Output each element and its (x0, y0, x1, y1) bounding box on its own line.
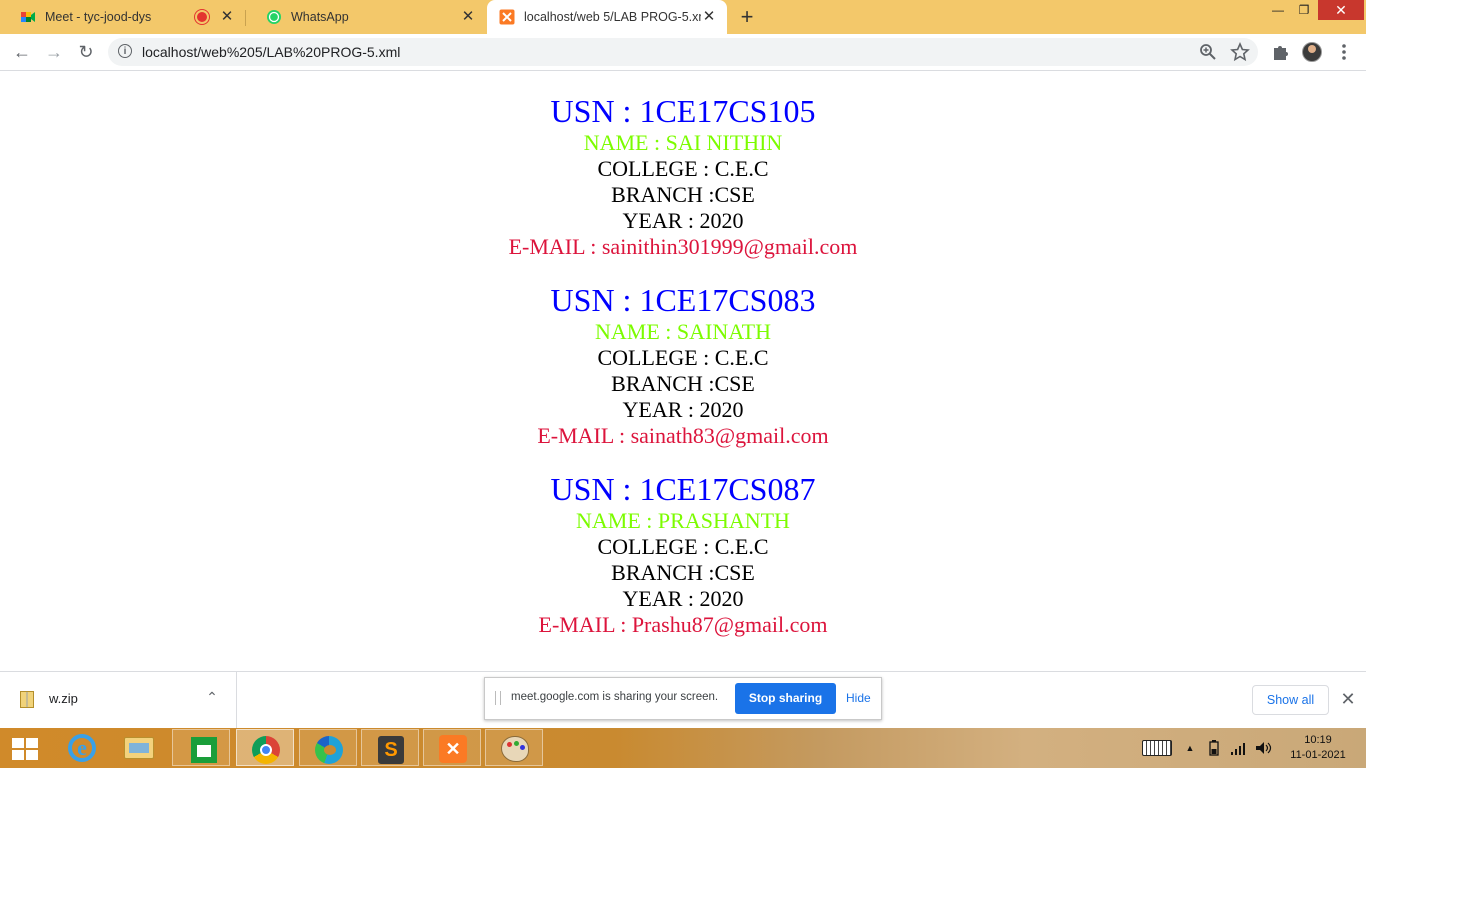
tab-meet[interactable]: Meet - tyc-jood-dys ✕ (0, 0, 245, 34)
keyboard-icon[interactable] (1142, 740, 1172, 756)
url-text[interactable]: localhost/web%205/LAB%20PROG-5.xml (142, 38, 400, 66)
xampp-icon (499, 9, 515, 25)
taskbar-xampp[interactable]: ✕ (423, 729, 481, 766)
tab-title: WhatsApp (291, 10, 349, 24)
tab-title: Meet - tyc-jood-dys (45, 10, 152, 24)
tab-localhost[interactable]: localhost/web 5/LAB PROG-5.xml ✕ (487, 0, 727, 34)
google-meet-icon (21, 12, 35, 22)
window-close-button[interactable]: ✕ (1318, 0, 1364, 20)
tab-title: localhost/web 5/LAB PROG-5.xml (524, 10, 701, 24)
college-text: COLLEGE : C.E.C (597, 345, 769, 370)
kebab-menu-icon[interactable] (1334, 42, 1354, 62)
back-button[interactable]: ← (10, 40, 34, 64)
screen: Meet - tyc-jood-dys ✕ WhatsApp ✕ localho… (0, 0, 1366, 768)
zoom-icon[interactable] (1198, 42, 1218, 62)
download-filename[interactable]: w.zip (49, 691, 78, 706)
screen-share-banner: meet.google.com is sharing your screen. … (484, 677, 882, 720)
close-tab-icon[interactable]: ✕ (460, 9, 476, 25)
chevron-up-icon[interactable]: ⌃ (204, 689, 220, 709)
show-hidden-icons-icon[interactable]: ▲ (1182, 738, 1198, 758)
windows-icon (12, 738, 38, 760)
usn-text: USN : 1CE17CS083 (550, 282, 816, 318)
new-tab-button[interactable]: + (736, 6, 758, 28)
paint-palette-icon (501, 736, 529, 762)
year-text: YEAR : 2020 (622, 586, 744, 611)
download-item[interactable]: w.zip ⌃ (0, 672, 237, 729)
avatar[interactable] (1302, 42, 1322, 62)
start-button[interactable] (0, 729, 50, 766)
clock-date: 11-01-2021 (1290, 749, 1346, 761)
student-record: USN : 1CE17CS105 NAME : SAI NITHIN COLLE… (0, 92, 1366, 260)
chrome-icon (252, 736, 280, 764)
browser-toolbar: ← → ↻ i localhost/web%205/LAB%20PROG-5.x… (0, 34, 1366, 71)
taskbar-store[interactable] (172, 729, 230, 766)
whatsapp-icon (267, 10, 281, 24)
tab-whatsapp[interactable]: WhatsApp ✕ (246, 0, 486, 34)
close-tab-icon[interactable]: ✕ (701, 9, 717, 25)
email-text: E-MAIL : sainath83@gmail.com (537, 423, 829, 448)
name-text: NAME : SAI NITHIN (583, 130, 783, 155)
sublime-text-icon: S (378, 736, 404, 764)
close-tab-icon[interactable]: ✕ (219, 9, 235, 25)
taskbar-edge[interactable] (299, 729, 357, 766)
branch-text: BRANCH :CSE (611, 560, 755, 585)
system-clock[interactable]: 10:19 11-01-2021 (1282, 733, 1354, 763)
branch-text: BRANCH :CSE (611, 371, 755, 396)
taskbar: e S ✕ ▲ 10:19 11-01-2021 (0, 728, 1366, 768)
recording-icon (195, 10, 209, 24)
branch-text: BRANCH :CSE (611, 182, 755, 207)
year-text: YEAR : 2020 (622, 397, 744, 422)
battery-icon[interactable] (1206, 738, 1222, 758)
clock-time: 10:19 (1304, 734, 1332, 746)
college-text: COLLEGE : C.E.C (597, 156, 769, 181)
taskbar-internet-explorer[interactable]: e (52, 729, 110, 766)
puzzle-icon[interactable] (1270, 42, 1290, 62)
speaker-icon[interactable] (1254, 738, 1272, 758)
zip-file-icon (20, 691, 34, 708)
stop-sharing-button[interactable]: Stop sharing (735, 683, 836, 714)
show-all-button[interactable]: Show all (1252, 685, 1329, 715)
student-record: USN : 1CE17CS083 NAME : SAINATH COLLEGE … (0, 281, 1366, 449)
folder-icon (124, 737, 154, 759)
taskbar-chrome[interactable] (236, 729, 294, 766)
usn-text: USN : 1CE17CS105 (550, 93, 816, 129)
internet-explorer-icon: e (68, 734, 96, 762)
xampp-icon: ✕ (439, 735, 467, 763)
star-icon[interactable] (1230, 42, 1250, 62)
page-content: USN : 1CE17CS105 NAME : SAI NITHIN COLLE… (0, 71, 1366, 671)
taskbar-paint[interactable] (485, 729, 543, 766)
email-text: E-MAIL : Prashu87@gmail.com (538, 612, 828, 637)
student-record: USN : 1CE17CS087 NAME : PRASHANTH COLLEG… (0, 470, 1366, 638)
address-bar[interactable]: i localhost/web%205/LAB%20PROG-5.xml (108, 38, 1258, 66)
usn-text: USN : 1CE17CS087 (550, 471, 816, 507)
site-info-icon[interactable]: i (118, 44, 132, 58)
edge-icon (315, 736, 343, 764)
college-text: COLLEGE : C.E.C (597, 534, 769, 559)
tab-strip: Meet - tyc-jood-dys ✕ WhatsApp ✕ localho… (0, 0, 1366, 34)
name-text: NAME : PRASHANTH (576, 508, 790, 533)
email-text: E-MAIL : sainithin301999@gmail.com (508, 234, 858, 259)
store-icon (191, 737, 217, 763)
drag-handle-icon[interactable] (495, 691, 501, 705)
hide-button[interactable]: Hide (846, 691, 871, 705)
taskbar-file-explorer[interactable] (110, 729, 168, 766)
forward-button[interactable]: → (42, 40, 66, 64)
reload-button[interactable]: ↻ (74, 40, 98, 64)
taskbar-sublime-text[interactable]: S (361, 729, 419, 766)
signal-icon[interactable] (1230, 738, 1248, 758)
name-text: NAME : SAINATH (595, 319, 771, 344)
year-text: YEAR : 2020 (622, 208, 744, 233)
close-download-bar-icon[interactable]: ✕ (1339, 689, 1357, 709)
share-message: meet.google.com is sharing your screen. (511, 691, 719, 703)
